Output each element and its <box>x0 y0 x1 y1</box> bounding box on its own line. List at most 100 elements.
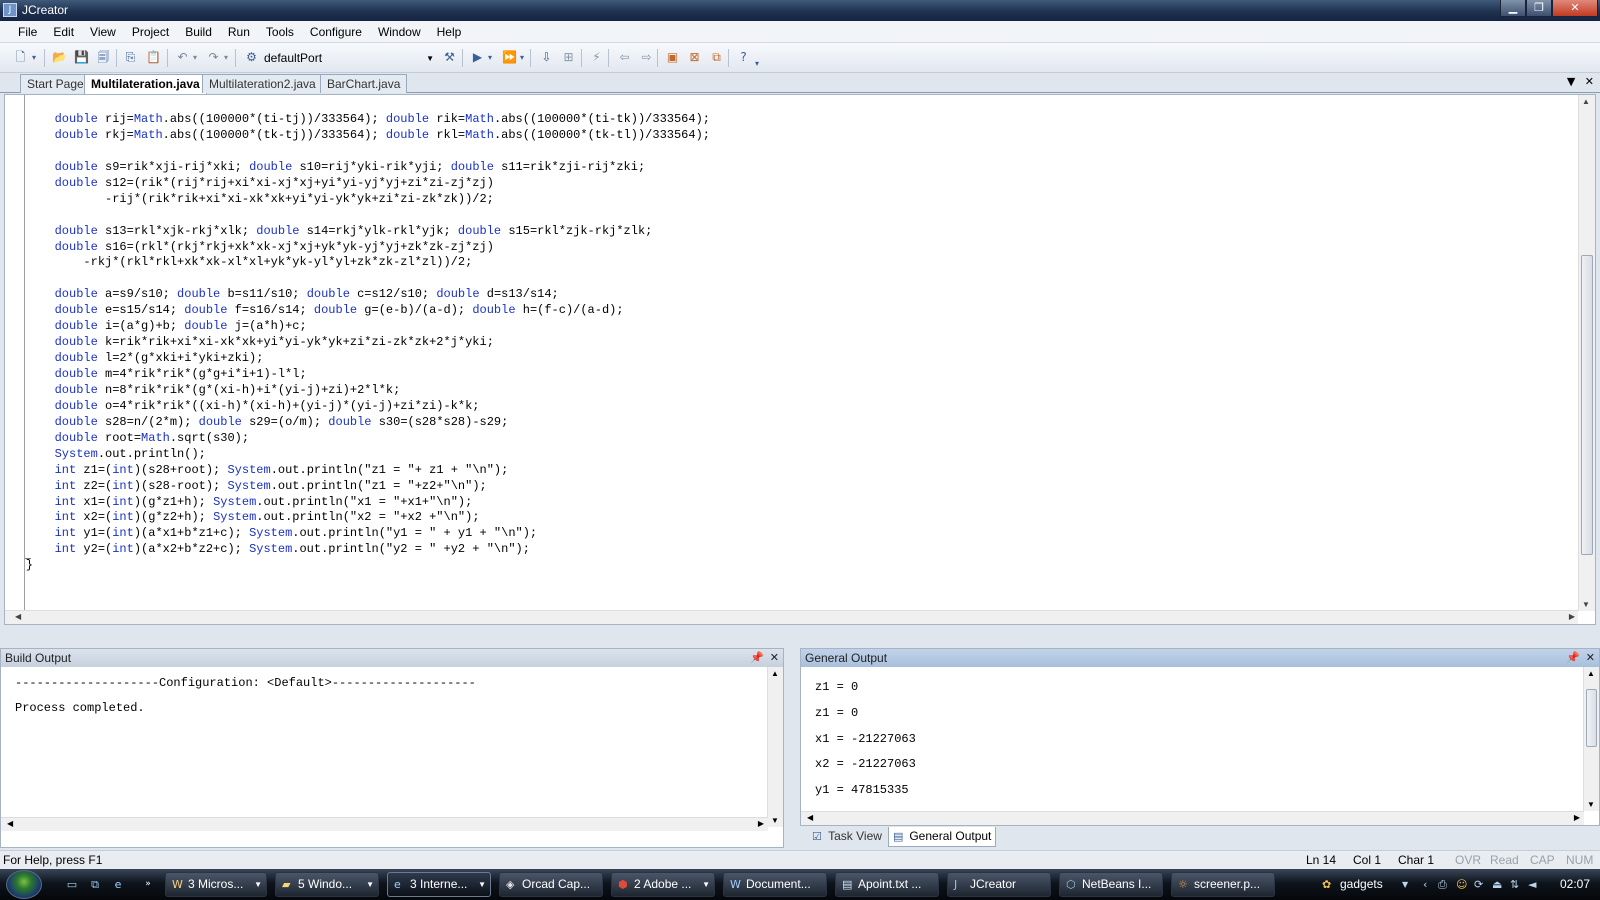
taskbar-item-adobe[interactable]: ⬢ 2 Adobe ... ▼ <box>611 872 715 897</box>
run-icon[interactable]: ▶ <box>469 49 486 66</box>
code-line[interactable]: double s16=(rkl*(rkj*rkj+xk*xk-xj*xj+yk*… <box>0 240 710 256</box>
taskbar-item-word[interactable]: W 3 Micros... ▼ <box>165 872 267 897</box>
code-line[interactable]: } <box>0 558 710 574</box>
close-panel-icon[interactable]: ✕ <box>770 651 779 664</box>
menu-view[interactable]: View <box>82 21 124 42</box>
stop-icon[interactable]: ⚡ <box>588 49 605 66</box>
cascade-windows-icon[interactable]: ⧉ <box>708 49 725 66</box>
taskbar-item-orcad[interactable]: ◈ Orcad Cap... <box>499 872 603 897</box>
tray-update-icon[interactable]: ⟳ <box>1474 872 1483 897</box>
scroll-down-icon[interactable]: ▼ <box>1587 800 1595 809</box>
editor-horizontal-scrollbar[interactable]: ◀ ▶ <box>5 610 1578 624</box>
redo-icon[interactable]: ↷ <box>205 49 222 66</box>
build-output-horizontal-scrollbar[interactable]: ◀ ▶ <box>1 817 768 831</box>
scroll-up-icon[interactable]: ▲ <box>1587 669 1595 678</box>
restore-button[interactable]: ❐ <box>1526 0 1552 17</box>
scrollbar-thumb[interactable] <box>1581 255 1593 555</box>
code-line[interactable] <box>0 271 710 287</box>
undo-icon[interactable]: ↶ <box>174 49 191 66</box>
run-project-icon[interactable]: ⏩ <box>501 49 518 66</box>
code-line[interactable]: double e=s15/s14; double f=s16/s14; doub… <box>0 303 710 319</box>
tab-general-output[interactable]: ▤ General Output <box>888 827 997 847</box>
code-line[interactable]: int y1=(int)(a*x1+b*z1+c); System.out.pr… <box>0 526 710 542</box>
tab-multilateration2[interactable]: Multilateration2.java <box>202 74 323 93</box>
window-layout-icon[interactable]: ▣ <box>664 49 681 66</box>
project-settings-icon[interactable]: ⚒ <box>441 49 458 66</box>
code-line[interactable]: double o=4*rik*rik*((xi-h)*(xi-h)+(yi-j)… <box>0 399 710 415</box>
scroll-down-icon[interactable]: ▼ <box>771 816 779 825</box>
close-panel-icon[interactable]: ✕ <box>1586 651 1595 664</box>
tab-start-page[interactable]: Start Page <box>20 74 91 93</box>
code-editor[interactable]: double rij=Math.abs((100000*(ti-tj))/333… <box>4 94 1596 625</box>
code-line[interactable]: double k=rik*rik+xi*xi-xk*xk+yi*yi-yk*yk… <box>0 335 710 351</box>
run-dropdown-icon[interactable]: ▾ <box>485 49 495 66</box>
code-line[interactable]: double a=s9/s10; double b=s11/s10; doubl… <box>0 287 710 303</box>
code-line[interactable] <box>0 208 710 224</box>
volume-icon[interactable]: ◄ <box>1528 872 1536 897</box>
copy-icon[interactable]: ⎘ <box>122 49 139 66</box>
code-line[interactable]: double rkj=Math.abs((100000*(tk-tj))/333… <box>0 128 710 144</box>
tab-multilateration[interactable]: Multilateration.java <box>84 74 207 94</box>
code-line[interactable]: -rij*(rik*rik+xi*xi-xk*xk+yi*yi-yk*yk+zi… <box>0 192 710 208</box>
scroll-down-icon[interactable]: ▼ <box>1582 600 1590 609</box>
code-line[interactable]: int z1=(int)(s28+root); System.out.print… <box>0 463 710 479</box>
menu-configure[interactable]: Configure <box>302 21 370 42</box>
taskbar-item-internet-explorer[interactable]: e 3 Interne... ▼ <box>387 872 491 897</box>
code-line[interactable]: double s13=rkl*xjk-rkj*xlk; double s14=r… <box>0 224 710 240</box>
scroll-right-icon[interactable]: ▶ <box>758 819 764 828</box>
editor-vertical-scrollbar[interactable]: ▲ ▼ <box>1578 95 1595 611</box>
code-line[interactable] <box>0 144 710 160</box>
internet-explorer-icon[interactable]: e <box>110 877 126 892</box>
menu-build[interactable]: Build <box>177 21 220 42</box>
show-desktop-icon[interactable]: ▭ <box>64 877 80 892</box>
code-line[interactable]: double root=Math.sqrt(s30); <box>0 431 710 447</box>
configuration-combo[interactable]: defaultPort ▼ <box>264 50 436 67</box>
code-text[interactable]: double rij=Math.abs((100000*(ti-tj))/333… <box>0 112 710 574</box>
scroll-up-icon[interactable]: ▲ <box>771 669 779 678</box>
code-line[interactable]: double s28=n/(2*m); double s29=(o/m); do… <box>0 415 710 431</box>
code-line[interactable]: int z2=(int)(s28-root); System.out.print… <box>0 479 710 495</box>
taskbar-item-document[interactable]: W Document... <box>723 872 827 897</box>
tray-app-icon[interactable]: ☺ <box>1456 872 1467 897</box>
general-output-horizontal-scrollbar[interactable]: ◀ ▶ <box>801 811 1584 825</box>
menu-window[interactable]: Window <box>370 21 429 42</box>
new-dropdown-icon[interactable]: ▾ <box>29 49 39 66</box>
scroll-left-icon[interactable]: ◀ <box>15 612 21 621</box>
menu-file[interactable]: File <box>10 21 45 42</box>
scroll-left-icon[interactable]: ◀ <box>807 813 813 822</box>
code-line[interactable]: double s12=(rik*(rij*rij+xi*xi-xj*xj+yi*… <box>0 176 710 192</box>
menu-edit[interactable]: Edit <box>45 21 82 42</box>
code-line[interactable]: double m=4*rik*rik*(g*g+i*i+1)-l*l; <box>0 367 710 383</box>
code-line[interactable]: double l=2*(g*xki+i*yki+zki); <box>0 351 710 367</box>
help-icon[interactable]: ? <box>735 49 752 66</box>
build-project-icon[interactable]: ⊞ <box>560 49 577 66</box>
minimize-button[interactable]: ▁ <box>1500 0 1526 17</box>
safely-remove-icon[interactable]: ⏏ <box>1492 872 1502 897</box>
taskbar-item-explorer[interactable]: ▰ 5 Windo... ▼ <box>275 872 379 897</box>
tab-list-icon[interactable]: ▼ <box>1567 75 1575 88</box>
network-icon[interactable]: ⇅ <box>1510 872 1519 897</box>
taskbar-item-screener[interactable]: ☼ screener.p... <box>1171 872 1275 897</box>
compile-file-icon[interactable]: ⇩ <box>538 49 555 66</box>
printer-icon[interactable]: ⎙ <box>1438 872 1447 897</box>
undo-dropdown-icon[interactable]: ▾ <box>190 49 200 66</box>
back-arrow-icon[interactable]: ⇦ <box>616 49 633 66</box>
menu-help[interactable]: Help <box>429 21 470 42</box>
save-icon[interactable]: 💾 <box>73 49 90 66</box>
close-button[interactable]: ✕ <box>1552 0 1598 17</box>
quicklaunch-overflow-icon[interactable]: » <box>140 877 156 892</box>
code-line[interactable]: System.out.println(); <box>0 447 710 463</box>
scroll-left-icon[interactable]: ◀ <box>7 819 13 828</box>
scroll-right-icon[interactable]: ▶ <box>1569 612 1575 621</box>
scrollbar-thumb[interactable] <box>1586 689 1597 747</box>
code-line[interactable]: double rij=Math.abs((100000*(ti-tj))/333… <box>0 112 710 128</box>
code-line[interactable]: double n=8*rik*rik*(g*(xi-h)+i*(yi-j)+zi… <box>0 383 710 399</box>
switch-windows-icon[interactable]: ⧉ <box>87 877 103 892</box>
close-tab-icon[interactable]: ✕ <box>1585 75 1594 88</box>
build-output-vertical-scrollbar[interactable]: ▲ ▼ <box>767 667 783 827</box>
new-file-icon[interactable]: 🗋 <box>12 49 29 66</box>
pin-icon[interactable]: 📌 <box>750 651 764 664</box>
save-all-icon[interactable]: 🗐 <box>95 49 112 66</box>
taskbar-item-notepad[interactable]: ▤ Apoint.txt ... <box>835 872 939 897</box>
taskbar-item-jcreator[interactable]: J JCreator <box>947 872 1051 897</box>
